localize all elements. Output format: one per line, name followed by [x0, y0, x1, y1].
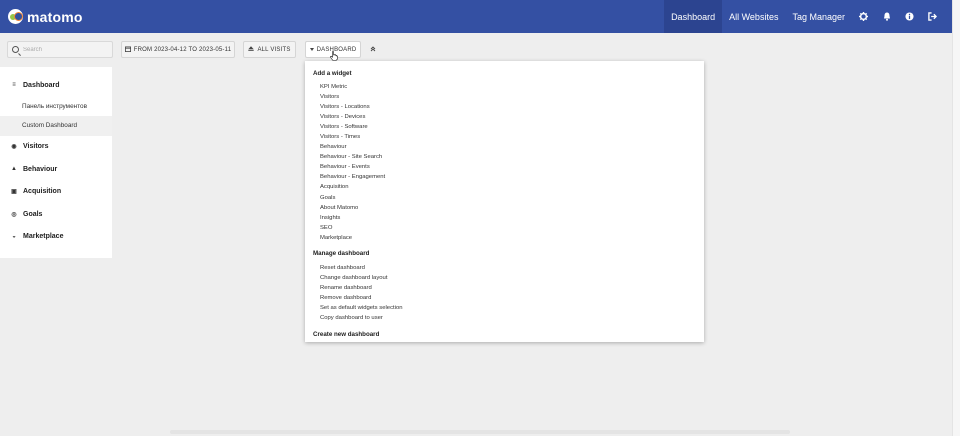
target-icon: ◎ [11, 211, 17, 218]
widget-item-behaviour-events[interactable]: Behaviour - Events [305, 162, 704, 172]
caret-down-icon [309, 47, 314, 53]
sidebar-item-label: Goals [23, 210, 43, 218]
scrollbar[interactable] [952, 0, 960, 436]
widget-item-visitors[interactable]: Visitors [305, 92, 704, 102]
widget-item-visitors-software[interactable]: Visitors - Software [305, 122, 704, 132]
sidebar-item-dashboard[interactable]: ≡ Dashboard [0, 74, 112, 97]
horizontal-scrollbar [170, 430, 790, 434]
manage-dashboard-list: Reset dashboard Change dashboard layout … [305, 263, 704, 323]
segment-label: ALL VISITS [257, 46, 291, 53]
widget-category-list: KPI Metric Visitors Visitors - Locations… [305, 82, 704, 243]
widget-item-insights[interactable]: Insights [305, 213, 704, 223]
logo-text: matomo [27, 8, 83, 25]
widget-item-visitors-times[interactable]: Visitors - Times [305, 132, 704, 142]
topnav-all-websites[interactable]: All Websites [722, 0, 785, 33]
search-input[interactable] [23, 46, 103, 53]
topnav-tag-manager[interactable]: Tag Manager [785, 0, 852, 33]
change-layout-item[interactable]: Change dashboard layout [305, 273, 704, 283]
sidebar-item-visitors[interactable]: ◉ Visitors [0, 136, 112, 159]
topnav-dashboard[interactable]: Dashboard [664, 0, 723, 33]
top-navigation: Dashboard All Websites Tag Manager [664, 0, 944, 33]
logout-icon[interactable] [921, 0, 944, 33]
chevron-up-double-icon [370, 45, 376, 54]
sidebar-subitem-custom-dashboard[interactable]: Custom Dashboard [0, 116, 112, 136]
sidebar-subitem-label: Custom Dashboard [22, 122, 78, 130]
bell-icon: ▲ [11, 166, 17, 173]
widget-item-behaviour-site-search[interactable]: Behaviour - Site Search [305, 152, 704, 162]
hand-cursor-icon [330, 51, 338, 61]
set-default-widgets-item[interactable]: Set as default widgets selection [305, 303, 704, 313]
sidebar-item-label: Marketplace [23, 233, 64, 241]
eye-icon: ◉ [11, 144, 17, 151]
rename-dashboard-item[interactable]: Rename dashboard [305, 283, 704, 293]
remove-dashboard-item[interactable]: Remove dashboard [305, 293, 704, 303]
widget-item-behaviour-engagement[interactable]: Behaviour - Engagement [305, 172, 704, 182]
calendar-icon [124, 45, 131, 54]
date-range-label: FROM 2023-04-12 TO 2023-05-11 [133, 46, 232, 53]
sidebar-item-acquisition[interactable]: ▣ Acquisition [0, 181, 112, 204]
widget-item-acquisition[interactable]: Acquisition [305, 182, 704, 192]
reset-dashboard-item[interactable]: Reset dashboard [305, 263, 704, 273]
sidebar-item-behaviour[interactable]: ▲ Behaviour [0, 158, 112, 181]
widget-item-about-matomo[interactable]: About Matomo [305, 203, 704, 213]
widget-item-kpi-metric[interactable]: KPI Metric [305, 82, 704, 92]
sidebar-item-label: Acquisition [23, 188, 62, 196]
sidebar-item-label: Behaviour [23, 165, 58, 173]
widget-item-marketplace[interactable]: Marketplace [305, 233, 704, 243]
gear-icon[interactable] [852, 0, 875, 33]
collapse-toolbar-button[interactable] [366, 41, 379, 58]
search-icon [12, 46, 19, 53]
create-new-dashboard-item[interactable]: Create new dashboard [305, 329, 704, 339]
sidebar-subitem-toolbar-panel[interactable]: Панель инструментов [0, 97, 112, 117]
add-widget-heading: Add a widget [313, 69, 352, 77]
date-range-button[interactable]: FROM 2023-04-12 TO 2023-05-11 [121, 41, 235, 58]
headphones-icon: ◒ [12, 233, 16, 240]
sidebar-item-goals[interactable]: ◎ Goals [0, 203, 112, 226]
bell-icon[interactable] [875, 0, 898, 33]
widget-item-visitors-devices[interactable]: Visitors - Devices [305, 112, 704, 122]
segment-icon [248, 46, 255, 53]
widget-item-visitors-locations[interactable]: Visitors - Locations [305, 102, 704, 112]
widget-item-goals[interactable]: Goals [305, 193, 704, 203]
sidebar-item-marketplace[interactable]: ◒ Marketplace [0, 226, 112, 249]
help-icon[interactable] [898, 0, 921, 33]
menu-icon: ≡ [12, 82, 16, 89]
search-box[interactable] [7, 41, 113, 58]
sidebar-subitem-label: Панель инструментов [22, 102, 87, 110]
window-icon: ▣ [11, 189, 17, 196]
dashboard-dropdown-menu: Add a widget KPI Metric Visitors Visitor… [305, 61, 704, 342]
copy-dashboard-item[interactable]: Copy dashboard to user [305, 313, 704, 323]
widget-item-behaviour[interactable]: Behaviour [305, 142, 704, 152]
segment-button[interactable]: ALL VISITS [243, 41, 296, 58]
sidebar-item-label: Visitors [23, 143, 49, 151]
matomo-logo-icon [8, 9, 23, 24]
manage-dashboard-heading: Manage dashboard [313, 250, 370, 258]
matomo-logo[interactable]: matomo [8, 0, 83, 33]
sidebar-item-label: Dashboard [23, 81, 60, 89]
widget-item-seo[interactable]: SEO [305, 223, 704, 233]
sidebar: ≡ Dashboard Панель инструментов Custom D… [0, 67, 112, 258]
top-bar: matomo Dashboard All Websites Tag Manage… [0, 0, 952, 33]
